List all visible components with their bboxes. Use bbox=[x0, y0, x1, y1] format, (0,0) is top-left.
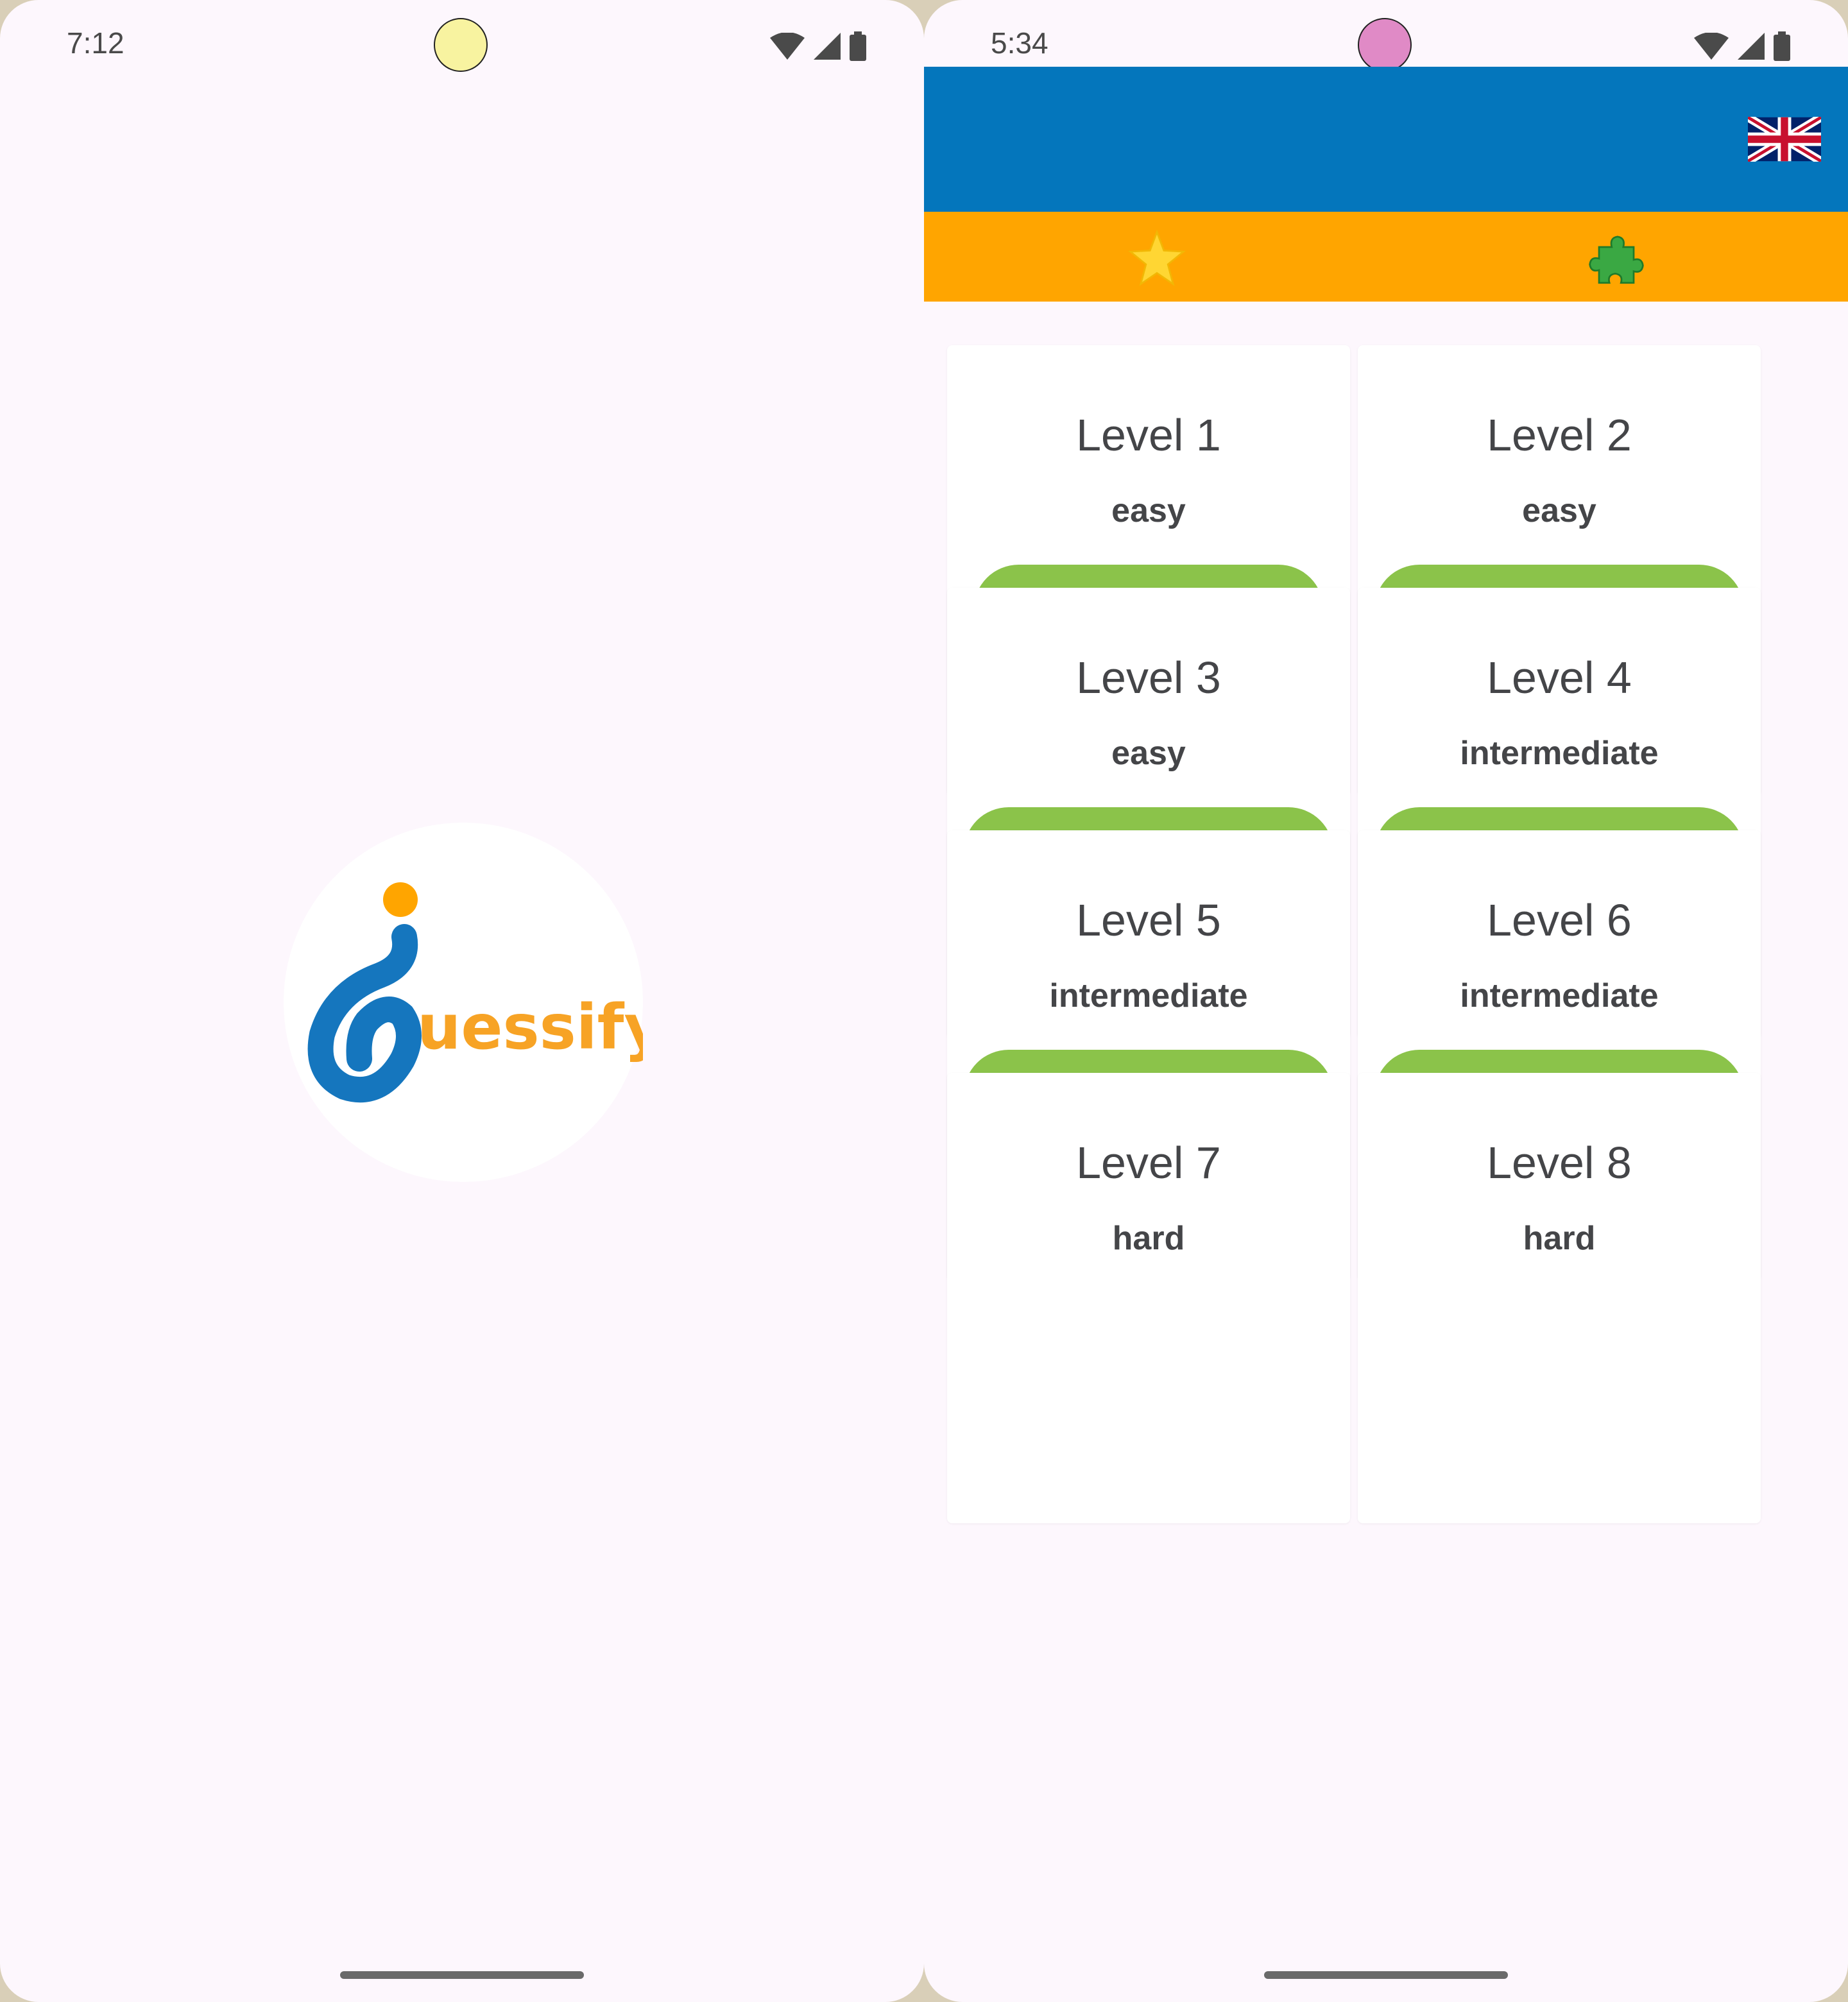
level-title: Level 3 bbox=[1076, 653, 1221, 703]
guessify-logo-icon: uessify bbox=[307, 882, 664, 1103]
battery-icon bbox=[1774, 31, 1790, 61]
star-icon[interactable] bbox=[1128, 230, 1186, 287]
signal-icon bbox=[1738, 33, 1765, 60]
level-title: Level 8 bbox=[1487, 1138, 1632, 1188]
status-bar: 7:12 bbox=[0, 0, 924, 90]
level-difficulty: intermediate bbox=[1460, 977, 1659, 1014]
level-difficulty: easy bbox=[1111, 735, 1186, 772]
status-icons bbox=[770, 31, 866, 62]
status-time: 7:12 bbox=[67, 26, 124, 60]
wifi-icon bbox=[770, 33, 805, 60]
level-title: Level 4 bbox=[1487, 653, 1632, 703]
level-difficulty: hard bbox=[1523, 1220, 1596, 1257]
uk-flag-icon[interactable] bbox=[1748, 117, 1821, 162]
level-title: Level 2 bbox=[1487, 410, 1632, 460]
splash-screen: 7:12 uessify bbox=[0, 0, 924, 2002]
battery-icon bbox=[850, 31, 866, 61]
level-difficulty: hard bbox=[1112, 1220, 1185, 1257]
levels-screen: 5:34 Level 1easyUnlock with 0Level 2easy… bbox=[924, 0, 1848, 2002]
level-difficulty: easy bbox=[1522, 492, 1596, 529]
signal-icon bbox=[814, 33, 841, 60]
level-title: Level 7 bbox=[1076, 1138, 1221, 1188]
level-difficulty: intermediate bbox=[1460, 735, 1659, 772]
level-title: Level 1 bbox=[1076, 410, 1221, 460]
home-indicator[interactable] bbox=[340, 1971, 584, 1979]
level-card[interactable]: Level 7 hard bbox=[947, 1073, 1350, 1523]
app-header bbox=[924, 67, 1848, 212]
front-camera bbox=[434, 18, 488, 72]
app-logo: uessify bbox=[284, 823, 664, 1182]
level-card[interactable]: Level 8 hard bbox=[1358, 1073, 1761, 1523]
level-difficulty: easy bbox=[1111, 492, 1186, 529]
front-camera bbox=[1358, 18, 1412, 72]
status-time: 5:34 bbox=[991, 26, 1048, 60]
home-indicator[interactable] bbox=[1264, 1971, 1508, 1979]
tab-bar bbox=[924, 212, 1848, 302]
level-title: Level 6 bbox=[1487, 895, 1632, 945]
status-icons bbox=[1694, 31, 1790, 62]
wifi-icon bbox=[1694, 33, 1729, 60]
level-difficulty: intermediate bbox=[1049, 977, 1248, 1014]
level-grid: Level 1easyUnlock with 0Level 2easyUnloc… bbox=[924, 302, 1848, 1957]
svg-text:uessify: uessify bbox=[417, 991, 643, 1063]
puzzle-icon[interactable] bbox=[1587, 230, 1645, 287]
level-title: Level 5 bbox=[1076, 895, 1221, 945]
